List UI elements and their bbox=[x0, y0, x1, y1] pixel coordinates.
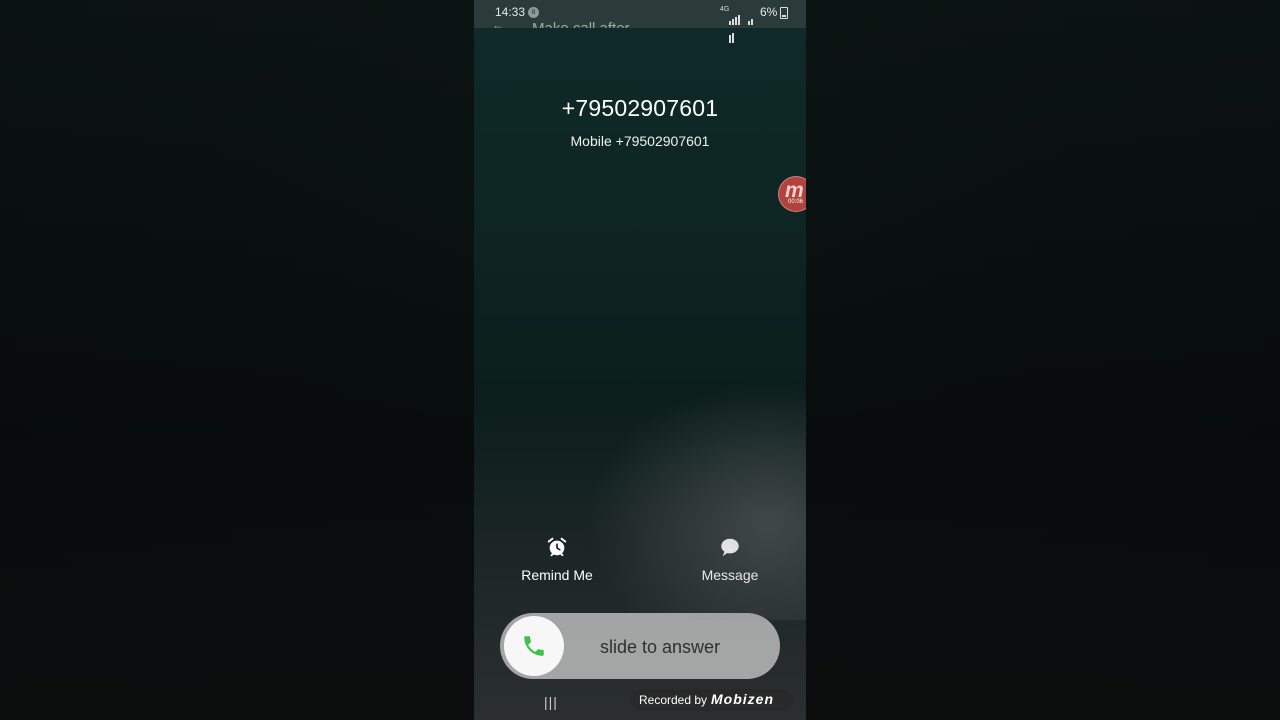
network-type: 4G bbox=[720, 6, 730, 13]
battery-icon bbox=[780, 7, 788, 19]
remind-me-label: Remind Me bbox=[521, 567, 593, 583]
notification-badge: 8 bbox=[528, 7, 539, 18]
slide-to-answer-slider[interactable]: slide to answer bbox=[500, 613, 780, 679]
status-bar: 14:33 8 4G 6% bbox=[474, 0, 806, 43]
header-title-ghost: Make call after bbox=[532, 20, 630, 28]
background-right bbox=[806, 0, 1280, 720]
chat-bubble-icon bbox=[721, 538, 739, 557]
back-arrow-icon[interactable]: ← bbox=[492, 18, 504, 28]
signal-icon bbox=[729, 7, 755, 43]
phone-screen: 14:33 8 4G 6% ← Make call after +7950290… bbox=[474, 0, 806, 720]
background-left bbox=[0, 0, 474, 720]
recorder-timer: 00:06 bbox=[788, 199, 804, 205]
caller-subtitle: Mobile +79502907601 bbox=[570, 133, 710, 149]
caller-number: +79502907601 bbox=[561, 95, 719, 121]
alarm-clock-icon bbox=[547, 537, 567, 557]
recents-nav-button[interactable]: ||| bbox=[544, 694, 558, 710]
watermark-prefix: Recorded by bbox=[639, 693, 708, 707]
remind-me-button[interactable]: Remind Me bbox=[502, 536, 612, 585]
status-time: 14:33 bbox=[495, 5, 526, 19]
battery-percent: 6% bbox=[760, 5, 778, 19]
recorder-watermark: Recorded by Mobizen bbox=[631, 689, 793, 711]
watermark-brand: Mobizen bbox=[711, 691, 774, 707]
slide-to-answer-label: slide to answer bbox=[600, 637, 721, 657]
phone-icon bbox=[524, 636, 544, 656]
message-label: Message bbox=[701, 567, 759, 583]
message-button[interactable]: Message bbox=[675, 536, 785, 585]
screen-recorder-bubble[interactable]: m 00:06 bbox=[778, 176, 806, 212]
answer-knob[interactable] bbox=[504, 616, 564, 676]
